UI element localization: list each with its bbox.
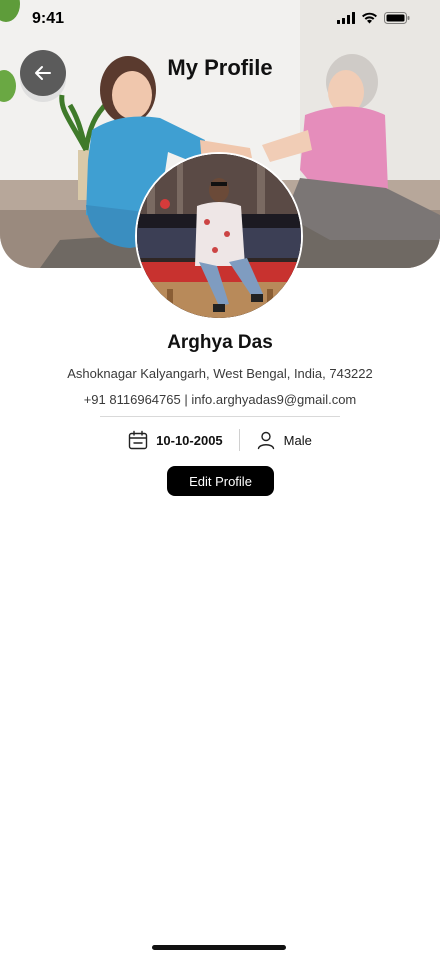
profile-contact: +91 8116964765 | info.arghyadas9@gmail.c…	[83, 392, 357, 407]
page-title: My Profile	[167, 55, 273, 80]
signal-icon	[337, 12, 355, 24]
dob-value: 10-10-2005	[156, 432, 223, 448]
wifi-icon	[362, 12, 377, 24]
status-time: 9:41	[32, 10, 65, 27]
status-bar: 9:41	[0, 0, 440, 40]
profile-name: Arghya Das	[167, 332, 273, 353]
profile-meta-row: 10-10-2005 Male	[0, 427, 440, 453]
battery-icon	[384, 12, 410, 24]
status-icons	[337, 12, 410, 24]
avatar-photo	[137, 154, 301, 318]
edit-profile-button[interactable]: Edit Profile	[167, 466, 274, 496]
calendar-icon	[128, 430, 148, 450]
avatar	[135, 152, 303, 320]
dob-item: 10-10-2005	[128, 430, 223, 450]
profile-address: Ashoknagar Kalyangarh, West Bengal, Indi…	[67, 366, 373, 381]
gender-item: Male	[256, 430, 312, 450]
gender-value: Male	[283, 432, 312, 448]
user-icon	[257, 431, 274, 450]
meta-separator	[238, 429, 240, 451]
home-indicator[interactable]	[152, 945, 286, 950]
divider	[100, 416, 340, 417]
